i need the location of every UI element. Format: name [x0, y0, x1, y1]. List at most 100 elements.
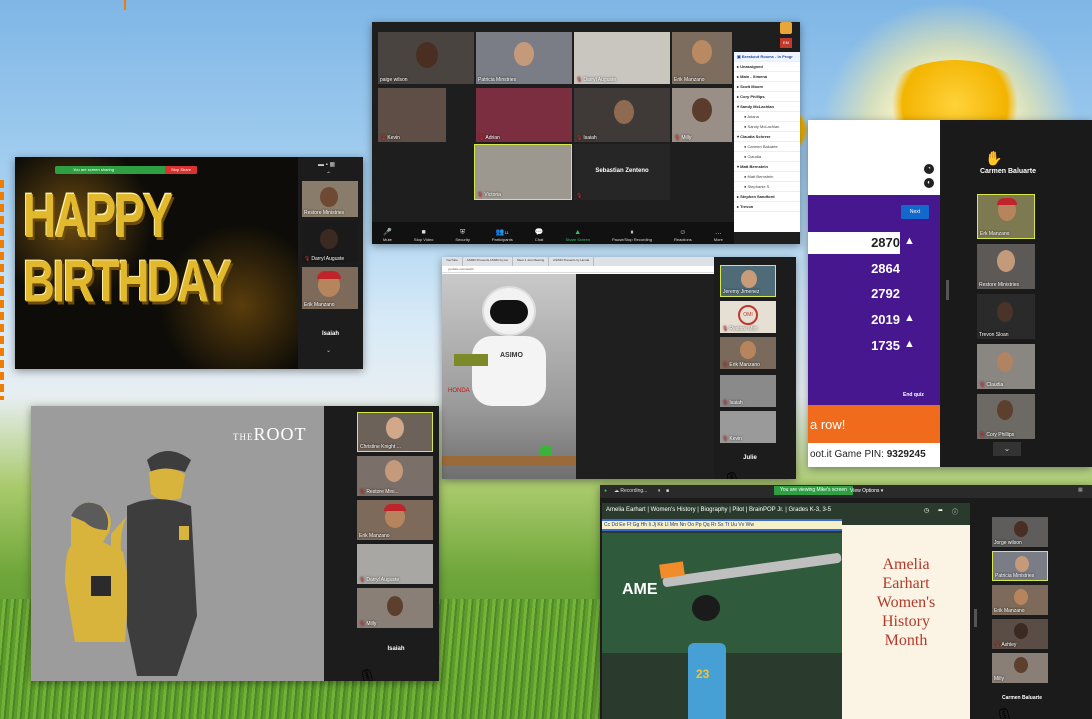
participant-tile-active[interactable]: 🎙Victoria [474, 144, 572, 200]
participant-tile[interactable]: 🎙Ashley [992, 619, 1048, 649]
breakout-room-item[interactable]: ▸ Cory Phillips [734, 92, 800, 102]
participant-tile[interactable]: 🎙Milly [672, 88, 732, 142]
participant-tile-active[interactable]: Jeremy Jimenez [720, 265, 776, 297]
mic-muted-icon: 🎙 [979, 382, 986, 388]
chevron-up-icon[interactable]: ⌃ [326, 171, 331, 178]
participant-tile[interactable]: 🎙Darryl Auguste [574, 32, 670, 84]
sound-icon[interactable]: ◔ [924, 164, 934, 174]
title-line: Month [884, 632, 928, 649]
next-button[interactable]: Next [901, 205, 929, 219]
view-options-button[interactable]: View Options ▾ [850, 488, 883, 494]
participant-tile[interactable]: 🎙Adrian [476, 88, 572, 142]
mic-muted-icon: 🎙 [994, 642, 1001, 648]
participant-tile-active[interactable]: Erk Manzano [977, 194, 1035, 239]
participant-tile[interactable]: Restore Ministries [302, 181, 358, 217]
participant-tile[interactable]: Milly [992, 653, 1048, 683]
participant-tile[interactable]: 🎙Restore Mini... [357, 456, 433, 496]
participant-tile[interactable]: Restore Ministries [977, 244, 1035, 289]
participant-tile[interactable]: 🎙Cory Phillips [977, 394, 1035, 439]
breakout-room-item[interactable]: ▸ Unassigned [734, 62, 800, 72]
participant-tile[interactable]: 🎙Kevin [720, 411, 776, 443]
share-screen-button[interactable]: ▲ Share Screen [565, 228, 589, 242]
participant-tile[interactable]: 🎙Darryl Auguste [357, 544, 433, 584]
browser-tab[interactable]: ASIMO Presents ASIMO by Ho [463, 257, 514, 266]
recording-button[interactable]: ⏸ Pause/Stop Recording [612, 228, 652, 242]
participant-tile[interactable]: Erik Manzano [992, 585, 1048, 615]
address-bar[interactable]: youtube.com/watch [442, 266, 714, 273]
chalkboard: AME [602, 533, 842, 653]
stop-video-button[interactable]: ■ Stop Video [414, 228, 434, 242]
participant-name: Erik Manzano [994, 608, 1025, 614]
breakout-member: ● Matt Bernstein [734, 172, 800, 182]
breakout-member: ● Ariana [734, 112, 800, 122]
participant-tile[interactable]: Jorge wilson [992, 517, 1048, 547]
browser-tab[interactable]: YouTube [442, 257, 463, 266]
browser-tab[interactable]: Meet 1 Join Meeting [513, 257, 550, 266]
breakout-room-item[interactable]: ▸ Stephen Sandford [734, 192, 800, 202]
participant-tile[interactable]: Trevon Sloan [977, 294, 1035, 339]
shared-video[interactable]: Amelia Earhart | Women's History | Biogr… [602, 503, 970, 719]
breakout-room-item[interactable]: ▸ Trevon [734, 202, 800, 212]
gallery-view-icon[interactable]: ▦ [1078, 487, 1083, 493]
participants-button[interactable]: 👥11 Participants [492, 228, 513, 242]
browser-tab[interactable]: ASIMO Presents by Honda [549, 257, 595, 266]
participant-name: 🎙Claudia [979, 382, 1004, 388]
mic-muted-icon: 🎙 [359, 489, 366, 495]
participant-strip: ▬ ▪ ▦ ⌃ Restore Ministries 🎙Darryl Augus… [298, 157, 363, 369]
participant-name: Patricia Minstries [478, 77, 517, 83]
participant-tile[interactable]: Patricia Minstries [476, 32, 572, 84]
scrollbar[interactable] [974, 609, 977, 627]
participant-tile[interactable]: 🎙Erik Manzano [720, 337, 776, 369]
chat-icon: 💬 [534, 229, 544, 236]
avatar [416, 42, 438, 68]
breakout-room-item[interactable]: ▾ Claudia Schreer [734, 132, 800, 142]
score-value: 2792 [871, 286, 900, 301]
breakout-room-item[interactable]: ▸ Scott Moore [734, 82, 800, 92]
mic-muted-icon: 🎙 [478, 135, 485, 141]
robot-video[interactable]: ASIMO HONDA [442, 274, 576, 479]
participant-tile[interactable]: Erik Manzano [672, 32, 732, 84]
participant-tile[interactable]: 🎙Isaiah [574, 88, 670, 142]
participant-tile[interactable]: 🎙Milly [357, 588, 433, 628]
participant-tile[interactable]: paige wilson [378, 32, 474, 84]
participant-tile[interactable]: Erik Manzano [357, 500, 433, 540]
participant-tile[interactable]: 🎙Kevin [378, 88, 446, 142]
avatar [741, 270, 757, 288]
reactions-button[interactable]: ☺ Reactions [674, 228, 692, 242]
clock-icon[interactable]: ◷ [924, 507, 929, 514]
participant-tile[interactable]: 🎙Darryl Auguste [302, 221, 358, 263]
security-button[interactable]: ⛨ Security [455, 228, 469, 242]
participant-name: Erk Manzano [980, 231, 1010, 237]
participant-tile-active[interactable]: Christine Knight ... [357, 412, 433, 452]
stop-share-button[interactable]: Stop Share [165, 166, 197, 174]
chat-button[interactable]: 💬 Chat [535, 228, 544, 242]
scrollbar[interactable] [946, 280, 949, 300]
breakout-room-item[interactable]: ▾ Sandy McLachlan [734, 102, 800, 112]
avatar [692, 40, 712, 64]
view-controls-icon[interactable]: ▬ ▪ ▦ [318, 161, 335, 168]
chevron-down-icon[interactable]: ⌄ [993, 442, 1021, 456]
participant-tile[interactable]: Sebastian Zenteno 🎙 [574, 144, 670, 200]
breakout-room-item[interactable]: ▸ Main - Ximena [734, 72, 800, 82]
participant-name: 🎙Darryl Auguste [359, 577, 400, 583]
mic-muted-icon: 🎙 [576, 77, 583, 83]
mic-muted-icon: 🎙 [576, 193, 583, 199]
more-button[interactable]: … More [714, 228, 723, 242]
end-quiz-button[interactable]: End quiz [903, 392, 924, 398]
settings-icon[interactable]: ◐ [924, 178, 934, 188]
video-title: Amelia Earhart | Women's History | Biogr… [606, 507, 832, 513]
participant-tile-active[interactable]: Patricia Ministries [992, 551, 1048, 581]
share-icon[interactable]: ➦ [938, 507, 943, 514]
participant-tile[interactable]: 🎙Isaiah [720, 375, 776, 407]
participant-tile[interactable]: Erik Manzano [302, 267, 358, 309]
breakout-room-item[interactable]: ▾ Matt Bernstein [734, 162, 800, 172]
mic-muted-icon: 🎙 [576, 135, 583, 141]
mute-button[interactable]: 🎤 Mute [383, 228, 392, 242]
participant-tile[interactable]: 🎙Claudia [977, 344, 1035, 389]
info-icon[interactable]: ⓘ [952, 507, 958, 516]
chevron-down-icon[interactable]: ⌄ [326, 347, 331, 354]
browser-tabs: YouTube ASIMO Presents ASIMO by Ho Meet … [442, 257, 714, 266]
pause-icon[interactable]: ⏸ [658, 488, 661, 494]
stop-icon[interactable]: ■ [666, 488, 669, 494]
participant-tile[interactable]: OMI 🎙Restore Mini [720, 301, 776, 333]
